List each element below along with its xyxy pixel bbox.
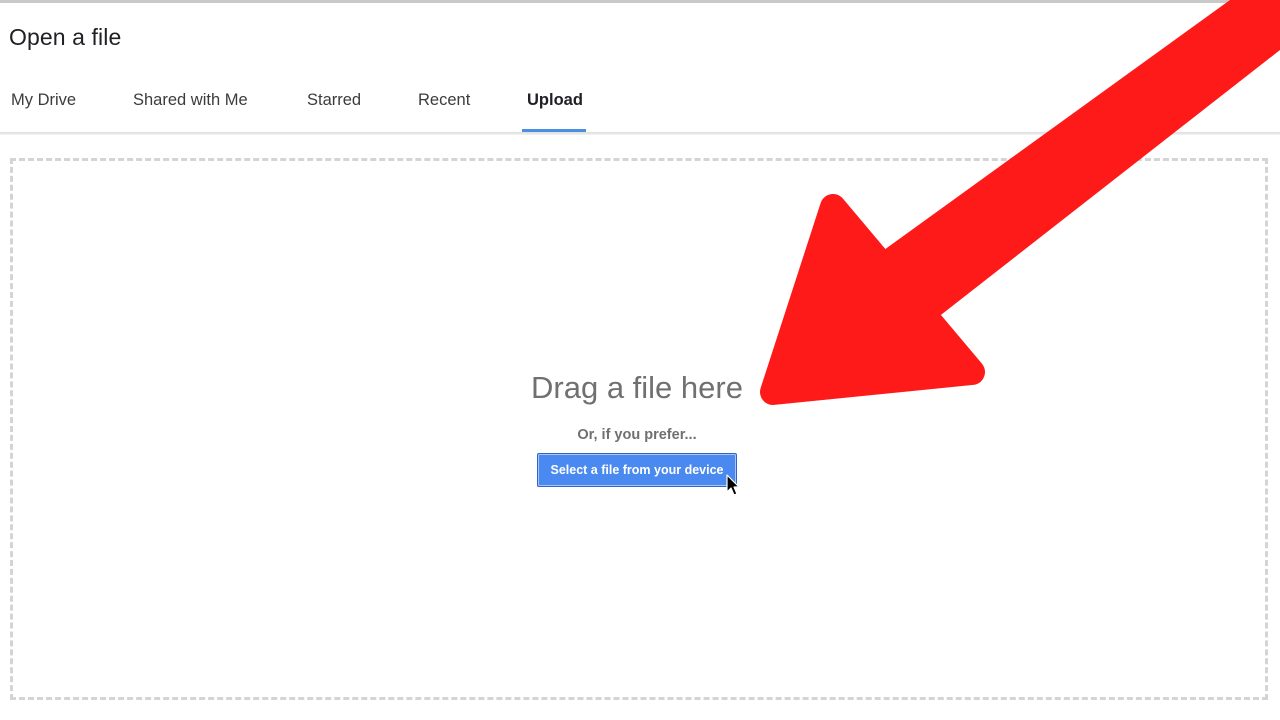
dialog-title: Open a file xyxy=(9,24,122,50)
tab-shared-with-me[interactable]: Shared with Me xyxy=(133,72,248,132)
tab-my-drive[interactable]: My Drive xyxy=(11,72,76,132)
tab-starred[interactable]: Starred xyxy=(307,72,361,132)
tab-recent[interactable]: Recent xyxy=(418,72,470,132)
tab-bar: My Drive Shared with Me Starred Recent U… xyxy=(0,72,1280,132)
tab-upload[interactable]: Upload xyxy=(527,72,583,132)
alternative-text: Or, if you prefer... xyxy=(577,427,697,443)
mouse-pointer-icon xyxy=(726,474,740,496)
drop-zone-heading: Drag a file here xyxy=(531,370,743,405)
tabs-divider xyxy=(0,132,1280,135)
window-top-border xyxy=(0,0,1280,3)
select-file-button[interactable]: Select a file from your device xyxy=(537,453,737,487)
